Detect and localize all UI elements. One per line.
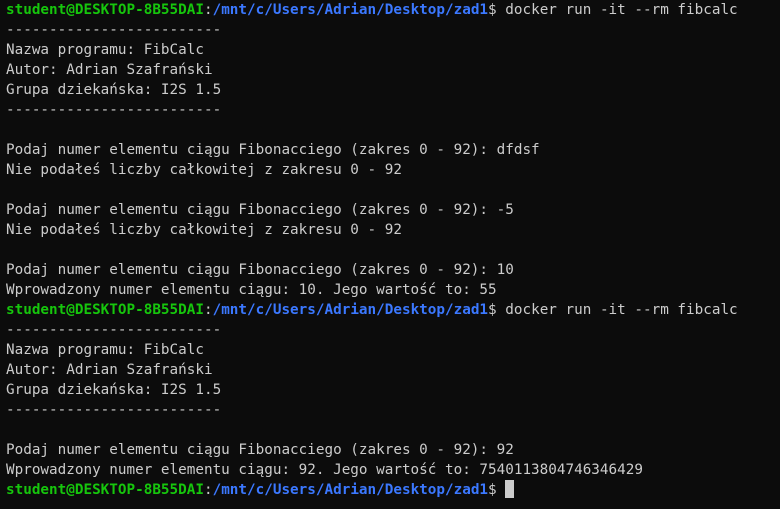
prompt-symbol: $: [488, 482, 506, 498]
output-line: Podaj numer elementu ciągu Fibonacciego …: [6, 442, 514, 458]
output-line: Nazwa programu: FibCalc: [6, 42, 204, 58]
command-text: docker run -it --rm fibcalc: [505, 302, 738, 318]
prompt-separator: :: [203, 2, 213, 18]
output-line: Autor: Adrian Szafrański: [6, 62, 213, 78]
prompt-path: /mnt/c/Users/Adrian/Desktop/zad1: [212, 2, 489, 18]
prompt-user: student@DESKTOP-8B55DAI: [6, 2, 204, 18]
output-line: -------------------------: [6, 102, 222, 118]
output-line: Grupa dziekańska: I2S 1.5: [6, 82, 222, 98]
output-line: -------------------------: [6, 22, 222, 38]
output-line: Nie podałeś liczby całkowitej z zakresu …: [6, 162, 402, 178]
output-line: Podaj numer elementu ciągu Fibonacciego …: [6, 142, 540, 158]
prompt-line: student@DESKTOP-8B55DAI:/mnt/c/Users/Adr…: [6, 0, 780, 20]
prompt-line: student@DESKTOP-8B55DAI:/mnt/c/Users/Adr…: [6, 480, 780, 500]
prompt-symbol: $: [488, 2, 506, 18]
output-line: Autor: Adrian Szafrański: [6, 362, 213, 378]
output-line: -------------------------: [6, 322, 222, 338]
output-line: Grupa dziekańska: I2S 1.5: [6, 382, 222, 398]
prompt-path: /mnt/c/Users/Adrian/Desktop/zad1: [212, 482, 489, 498]
output-line: Wprowadzony numer elementu ciągu: 10. Je…: [6, 282, 497, 298]
prompt-line: student@DESKTOP-8B55DAI:/mnt/c/Users/Adr…: [6, 300, 780, 320]
prompt-user: student@DESKTOP-8B55DAI: [6, 482, 204, 498]
output-line: Podaj numer elementu ciągu Fibonacciego …: [6, 262, 514, 278]
prompt-separator: :: [203, 302, 213, 318]
text-cursor[interactable]: [505, 480, 515, 498]
output-line: Wprowadzony numer elementu ciągu: 92. Je…: [6, 462, 643, 478]
prompt-path: /mnt/c/Users/Adrian/Desktop/zad1: [212, 302, 489, 318]
output-line: -------------------------: [6, 402, 222, 418]
prompt-user: student@DESKTOP-8B55DAI: [6, 302, 204, 318]
terminal-window[interactable]: student@DESKTOP-8B55DAI:/mnt/c/Users/Adr…: [0, 0, 780, 509]
output-line: Podaj numer elementu ciągu Fibonacciego …: [6, 202, 514, 218]
output-line: Nazwa programu: FibCalc: [6, 342, 204, 358]
output-line: Nie podałeś liczby całkowitej z zakresu …: [6, 222, 402, 238]
command-text: docker run -it --rm fibcalc: [505, 2, 738, 18]
prompt-separator: :: [203, 482, 213, 498]
prompt-symbol: $: [488, 302, 506, 318]
